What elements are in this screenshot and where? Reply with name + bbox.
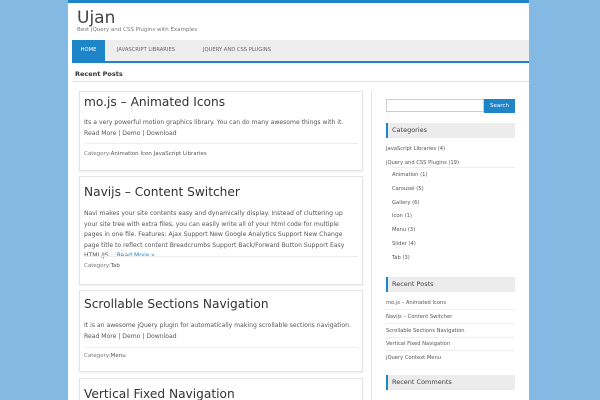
category-link-tab[interactable]: Tab (3) bbox=[392, 255, 410, 261]
recent-post-link[interactable]: jQuery Context Menu bbox=[386, 355, 441, 361]
category-label: Category: bbox=[84, 353, 111, 359]
post-category: Category:Animation Icon JavaScript Libra… bbox=[84, 151, 207, 157]
category-links[interactable]: Tab bbox=[111, 263, 120, 269]
post-excerpt: It is an awesome jQuery plugin for autom… bbox=[84, 322, 351, 340]
page-container: Ujan Best jQuery and CSS Plugins with Ex… bbox=[68, 0, 529, 400]
nav-jquery-css-plugins[interactable]: JQUERY AND CSS PLUGINS bbox=[187, 40, 287, 61]
column-divider bbox=[371, 90, 372, 400]
recent-comments-widget-title: Recent Comments bbox=[386, 375, 515, 390]
categories-widget-title: Categories bbox=[386, 123, 515, 138]
recent-post-link[interactable]: Vertical Fixed Navigation bbox=[386, 341, 450, 347]
divider bbox=[84, 143, 358, 144]
recent-post-link[interactable]: Scrollable Sections Navigation bbox=[386, 328, 465, 334]
post-title[interactable]: mo.js – Animated Icons bbox=[84, 95, 225, 109]
site-description: Best jQuery and CSS Plugins with Example… bbox=[77, 27, 198, 33]
category-link-animation[interactable]: Animation (1) bbox=[392, 172, 427, 178]
post-card: mo.js – Animated Icons Its a very powerf… bbox=[79, 91, 363, 171]
category-link-carousel[interactable]: Carousel (5) bbox=[392, 186, 424, 192]
post-category: Category:Tab bbox=[84, 263, 120, 269]
divider bbox=[391, 167, 515, 168]
post-title[interactable]: Vertical Fixed Navigation bbox=[84, 387, 235, 400]
category-label: Category: bbox=[84, 151, 111, 157]
post-excerpt: Navi makes your site contents easy and d… bbox=[84, 209, 356, 262]
site-title[interactable]: Ujan bbox=[77, 8, 115, 28]
section-title: Recent Posts bbox=[75, 70, 123, 78]
category-link-slider[interactable]: Slider (4) bbox=[392, 241, 416, 247]
category-link-menu[interactable]: Menu (3) bbox=[392, 227, 415, 233]
divider bbox=[386, 309, 515, 310]
recent-posts-widget-title: Recent Posts bbox=[386, 277, 515, 292]
post-title[interactable]: Scrollable Sections Navigation bbox=[84, 297, 269, 311]
divider bbox=[386, 337, 515, 338]
category-links[interactable]: Menu bbox=[111, 353, 126, 359]
nav-javascript-libraries[interactable]: JAVASCRIPT LIBRARIES bbox=[105, 40, 187, 61]
post-excerpt: Its a very powerful motion graphics libr… bbox=[84, 119, 344, 137]
category-links[interactable]: Animation Icon JavaScript Libraries bbox=[111, 151, 207, 157]
recent-post-link[interactable]: mo.js – Animated Icons bbox=[386, 300, 446, 306]
nav-home[interactable]: HOME bbox=[72, 40, 105, 61]
category-link-jquery-css-plugins[interactable]: jQuery and CSS Plugins (19) bbox=[386, 160, 459, 166]
recent-post-link[interactable]: Navijs – Content Switcher bbox=[386, 314, 452, 320]
divider bbox=[72, 81, 529, 82]
post-card: Scrollable Sections Navigation It is an … bbox=[79, 290, 363, 372]
top-accent-bar bbox=[68, 0, 529, 3]
post-card: Vertical Fixed Navigation bbox=[79, 378, 363, 400]
post-card: Navijs – Content Switcher Navi makes you… bbox=[79, 176, 363, 285]
category-label: Category: bbox=[84, 263, 111, 269]
search-input[interactable] bbox=[386, 99, 484, 112]
divider bbox=[84, 347, 358, 348]
divider bbox=[386, 350, 515, 351]
post-title[interactable]: Navijs – Content Switcher bbox=[84, 185, 240, 199]
divider bbox=[84, 256, 358, 257]
category-link-icon[interactable]: Icon (1) bbox=[392, 213, 412, 219]
category-link-javascript-libraries[interactable]: JavaScript Libraries (4) bbox=[386, 146, 445, 152]
main-navigation: HOME JAVASCRIPT LIBRARIES JQUERY AND CSS… bbox=[72, 40, 529, 63]
divider bbox=[386, 323, 515, 324]
category-link-gallery[interactable]: Gallery (6) bbox=[392, 200, 419, 206]
search-button[interactable]: Search bbox=[484, 99, 515, 113]
post-category: Category:Menu bbox=[84, 353, 126, 359]
